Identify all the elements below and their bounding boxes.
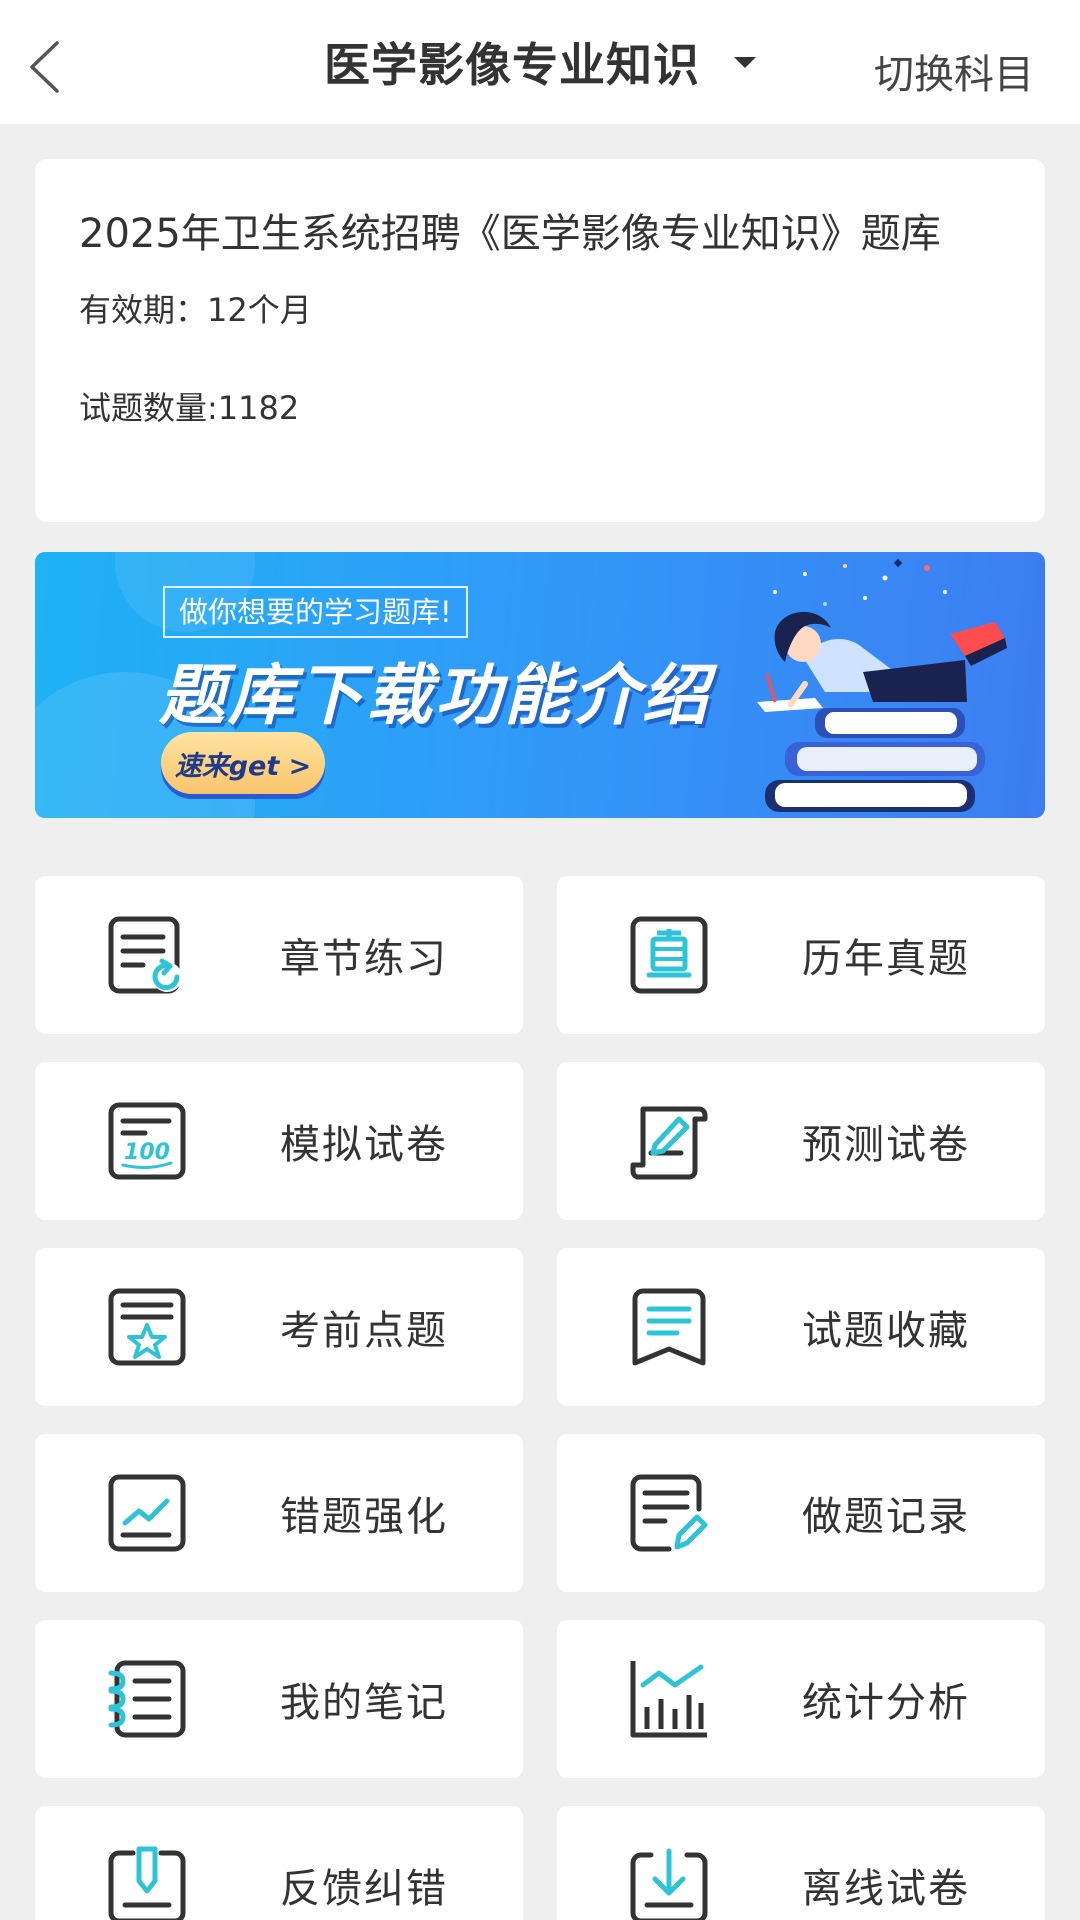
banner-heading: 题库下载功能介绍 [159, 657, 711, 734]
feedback-tile[interactable]: 反馈纠错 [35, 1806, 523, 1920]
past-exams-icon [630, 916, 708, 994]
practice-record-tile[interactable]: 做题记录 [557, 1434, 1045, 1592]
banner-tagline: 做你想要的学习题库! [163, 586, 468, 638]
tile-label: 我的笔记 [280, 1680, 448, 1726]
notes-tile[interactable]: 我的笔记 [35, 1620, 523, 1778]
switch-subject-button[interactable]: 切换科目 [874, 42, 1034, 100]
chapter-practice-tile[interactable]: 章节练习 [35, 876, 523, 1034]
tile-label: 反馈纠错 [280, 1866, 448, 1912]
prediction-paper-tile[interactable]: 预测试卷 [557, 1062, 1045, 1220]
feature-grid: 章节练习 历年真题 100 模拟试卷 预测试卷 考前点题 试题收藏 错题强化 做… [35, 876, 1045, 1920]
mock-paper-tile[interactable]: 100 模拟试卷 [35, 1062, 523, 1220]
studying-girl-illustration [757, 558, 1007, 812]
question-bank-title: 2025年卫生系统招聘《医学影像专业知识》题库 [79, 211, 941, 257]
download-feature-banner[interactable]: 做你想要的学习题库! 题库下载功能介绍 速来get > [35, 552, 1045, 818]
pre-exam-tips-tile[interactable]: 考前点题 [35, 1248, 523, 1406]
notes-icon [108, 1660, 186, 1738]
bookmark-tile[interactable]: 试题收藏 [557, 1248, 1045, 1406]
bookmark-icon [632, 1288, 706, 1366]
pre-exam-tips-icon [108, 1288, 186, 1366]
tile-label: 历年真题 [802, 936, 970, 982]
page-title: 医学影像专业知识 [324, 38, 700, 92]
statistics-icon [630, 1661, 707, 1738]
validity-period: 有效期：12个月 [79, 291, 312, 329]
tile-label: 离线试卷 [802, 1866, 970, 1912]
past-exams-tile[interactable]: 历年真题 [557, 876, 1045, 1034]
mock-paper-icon: 100 [108, 1102, 186, 1180]
tile-label: 章节练习 [280, 936, 448, 982]
question-count: 试题数量:1182 [79, 389, 300, 427]
tile-label: 预测试卷 [802, 1122, 970, 1168]
tile-label: 考前点题 [280, 1308, 448, 1354]
top-nav-bar: 医学影像专业知识 切换科目 [0, 0, 1080, 124]
prediction-paper-icon [630, 1106, 708, 1180]
wrong-questions-icon [108, 1474, 186, 1552]
question-bank-info-card: 2025年卫生系统招聘《医学影像专业知识》题库 有效期：12个月 试题数量:11… [35, 159, 1045, 522]
practice-record-icon [630, 1474, 708, 1552]
svg-text:100: 100 [124, 1140, 170, 1165]
chapter-practice-icon [108, 916, 182, 994]
wrong-questions-tile[interactable]: 错题强化 [35, 1434, 523, 1592]
banner-cta-button[interactable]: 速来get > [161, 732, 325, 794]
feedback-icon [108, 1846, 186, 1920]
tile-label: 错题强化 [280, 1494, 448, 1540]
tile-label: 做题记录 [802, 1494, 970, 1540]
offline-download-icon [630, 1848, 708, 1920]
offline-download-tile[interactable]: 离线试卷 [557, 1806, 1045, 1920]
dropdown-caret-icon [734, 56, 756, 68]
tile-label: 试题收藏 [802, 1308, 970, 1354]
statistics-tile[interactable]: 统计分析 [557, 1620, 1045, 1778]
tile-label: 模拟试卷 [280, 1122, 448, 1168]
tile-label: 统计分析 [802, 1680, 970, 1726]
